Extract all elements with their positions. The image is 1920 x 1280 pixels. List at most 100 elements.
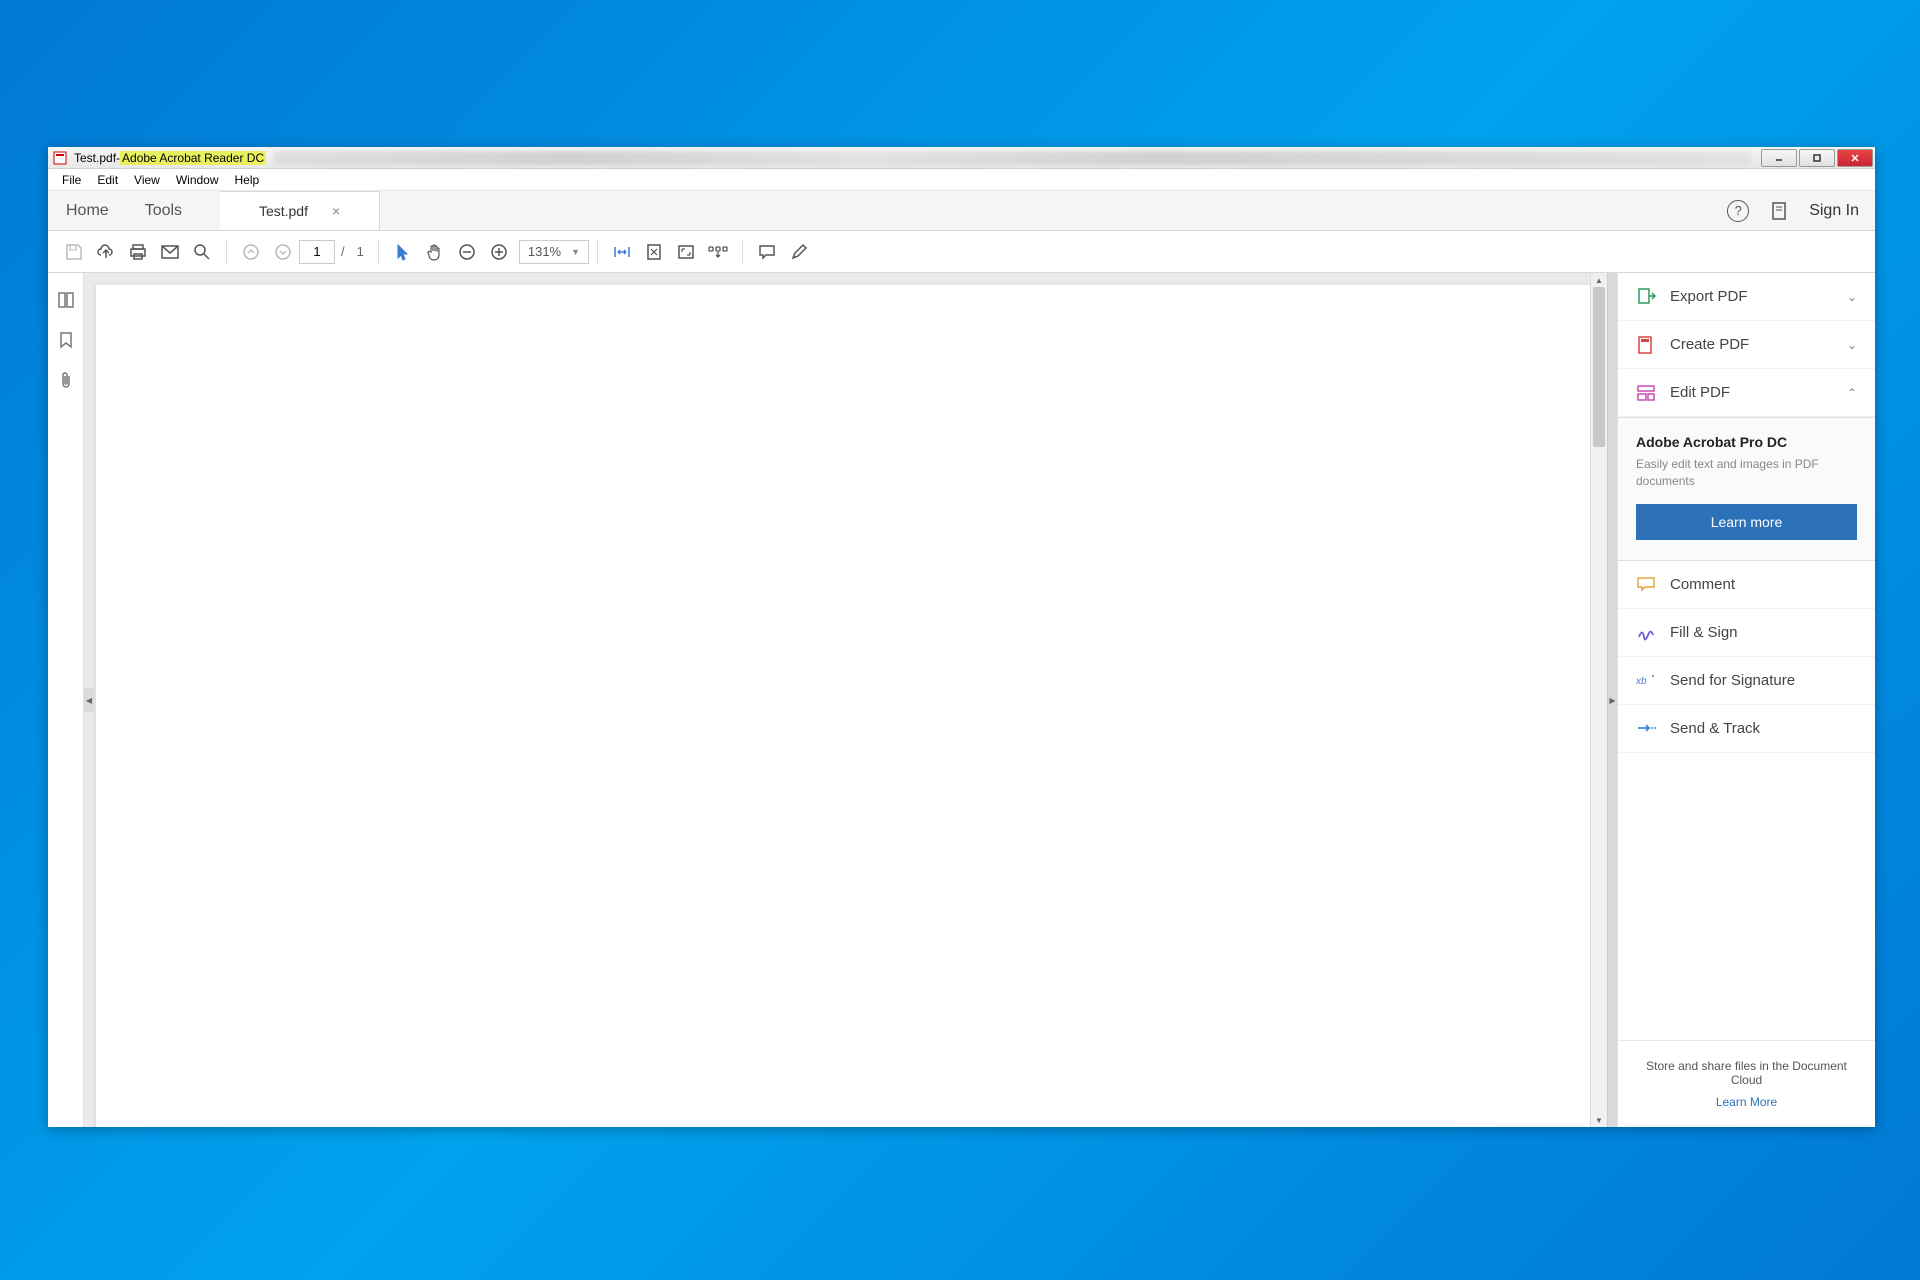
app-window: Test.pdf - Adobe Acrobat Reader DC File …	[48, 147, 1875, 1127]
page-up-icon	[235, 236, 267, 268]
toolbar-separator	[742, 239, 743, 265]
right-panel: Export PDF ⌄ Create PDF ⌄ Edit PDF ⌃ Ado…	[1617, 273, 1875, 1127]
zoom-in-icon[interactable]	[483, 236, 515, 268]
tool-label: Comment	[1670, 576, 1857, 593]
zoom-out-icon[interactable]	[451, 236, 483, 268]
tool-send-track[interactable]: Send & Track	[1618, 705, 1875, 753]
svg-text:xb: xb	[1636, 676, 1647, 687]
tool-label: Fill & Sign	[1670, 624, 1857, 641]
fullscreen-icon[interactable]	[670, 236, 702, 268]
vertical-scrollbar[interactable]: ▲ ▼	[1590, 273, 1607, 1127]
tool-label: Send & Track	[1670, 720, 1857, 737]
comment-tool-icon	[1636, 574, 1656, 594]
menu-window[interactable]: Window	[168, 171, 227, 189]
right-panel-footer: Store and share files in the Document Cl…	[1618, 1040, 1875, 1127]
pdf-icon	[52, 150, 68, 166]
document-area: ◀ ▲ ▼ ▶	[84, 273, 1617, 1127]
email-icon[interactable]	[154, 236, 186, 268]
window-title-app: Adobe Acrobat Reader DC	[120, 151, 266, 165]
footer-learn-more-link[interactable]: Learn More	[1636, 1095, 1857, 1109]
titlebar-background-blur	[274, 151, 1751, 165]
page-container	[84, 273, 1590, 1127]
promo-title: Adobe Acrobat Pro DC	[1636, 434, 1857, 450]
tab-home[interactable]: Home	[48, 191, 127, 230]
cloud-upload-icon[interactable]	[90, 236, 122, 268]
tool-fill-sign[interactable]: Fill & Sign	[1618, 609, 1875, 657]
menu-file[interactable]: File	[54, 171, 89, 189]
fill-sign-icon	[1636, 622, 1656, 642]
titlebar: Test.pdf - Adobe Acrobat Reader DC	[48, 147, 1875, 169]
menubar: File Edit View Window Help	[48, 169, 1875, 191]
pointer-icon[interactable]	[387, 236, 419, 268]
fit-width-icon[interactable]	[606, 236, 638, 268]
hand-icon[interactable]	[419, 236, 451, 268]
window-title-doc: Test.pdf	[72, 151, 116, 165]
toolbar-separator	[226, 239, 227, 265]
chevron-down-icon: ⌄	[1847, 338, 1857, 352]
footer-text: Store and share files in the Document Cl…	[1636, 1059, 1857, 1087]
zoom-dropdown[interactable]: 131% ▼	[519, 240, 589, 264]
document-page[interactable]	[96, 285, 1590, 1127]
tab-document-label: Test.pdf	[259, 203, 308, 219]
content-area: ◀ ▲ ▼ ▶ Export PDF ⌄ Create PDF ⌄	[48, 273, 1875, 1127]
scroll-down-icon[interactable]: ▼	[1591, 1113, 1607, 1127]
tool-send-signature[interactable]: xb Send for Signature	[1618, 657, 1875, 705]
page-total-prefix: /	[335, 244, 351, 259]
tool-label: Export PDF	[1670, 288, 1833, 305]
attachment-icon[interactable]	[55, 369, 77, 391]
tool-edit-pdf[interactable]: Edit PDF ⌃	[1618, 369, 1875, 417]
close-button[interactable]	[1837, 149, 1873, 167]
zoom-value: 131%	[528, 244, 561, 259]
tabbar: Home Tools Test.pdf × ? Sign In	[48, 191, 1875, 231]
page-total: 1	[351, 244, 370, 259]
left-panel	[48, 273, 84, 1127]
toolbar-separator	[597, 239, 598, 265]
create-pdf-icon	[1636, 335, 1656, 355]
send-signature-icon: xb	[1636, 670, 1656, 690]
learn-more-button[interactable]: Learn more	[1636, 504, 1857, 540]
promo-description: Easily edit text and images in PDF docum…	[1636, 456, 1857, 490]
scrollbar-thumb[interactable]	[1593, 287, 1605, 447]
tool-label: Send for Signature	[1670, 672, 1857, 689]
comment-icon[interactable]	[751, 236, 783, 268]
print-icon[interactable]	[122, 236, 154, 268]
read-mode-icon[interactable]	[702, 236, 734, 268]
chevron-up-icon: ⌃	[1847, 386, 1857, 400]
search-icon[interactable]	[186, 236, 218, 268]
edit-pdf-icon	[1636, 383, 1656, 403]
scroll-up-icon[interactable]: ▲	[1591, 273, 1607, 287]
highlight-icon[interactable]	[783, 236, 815, 268]
menu-edit[interactable]: Edit	[89, 171, 126, 189]
tab-tools[interactable]: Tools	[127, 191, 200, 230]
tool-create-pdf[interactable]: Create PDF ⌄	[1618, 321, 1875, 369]
tool-comment[interactable]: Comment	[1618, 561, 1875, 609]
maximize-button[interactable]	[1799, 149, 1835, 167]
toolbar-separator	[378, 239, 379, 265]
window-controls	[1759, 149, 1873, 167]
right-collapse-handle[interactable]: ▶	[1607, 273, 1617, 1127]
thumbnails-icon[interactable]	[55, 289, 77, 311]
tabbar-right: ? Sign In	[1727, 191, 1875, 230]
save-icon	[58, 236, 90, 268]
tab-document[interactable]: Test.pdf ×	[220, 191, 380, 230]
help-icon[interactable]: ?	[1727, 200, 1749, 222]
tool-export-pdf[interactable]: Export PDF ⌄	[1618, 273, 1875, 321]
toolbar: / 1 131% ▼	[48, 231, 1875, 273]
tab-close-icon[interactable]: ×	[332, 203, 340, 219]
menu-help[interactable]: Help	[227, 171, 268, 189]
chevron-down-icon: ⌄	[1847, 290, 1857, 304]
minimize-button[interactable]	[1761, 149, 1797, 167]
fit-page-icon[interactable]	[638, 236, 670, 268]
notification-icon[interactable]	[1763, 195, 1795, 227]
edit-pdf-promo: Adobe Acrobat Pro DC Easily edit text an…	[1618, 417, 1875, 561]
left-collapse-handle[interactable]: ◀	[84, 688, 94, 712]
tool-label: Create PDF	[1670, 336, 1833, 353]
signin-link[interactable]: Sign In	[1809, 202, 1859, 220]
page-down-icon	[267, 236, 299, 268]
bookmark-icon[interactable]	[55, 329, 77, 351]
menu-view[interactable]: View	[126, 171, 168, 189]
page-number-input[interactable]	[299, 240, 335, 264]
export-pdf-icon	[1636, 287, 1656, 307]
chevron-down-icon: ▼	[571, 247, 580, 257]
send-track-icon	[1636, 718, 1656, 738]
